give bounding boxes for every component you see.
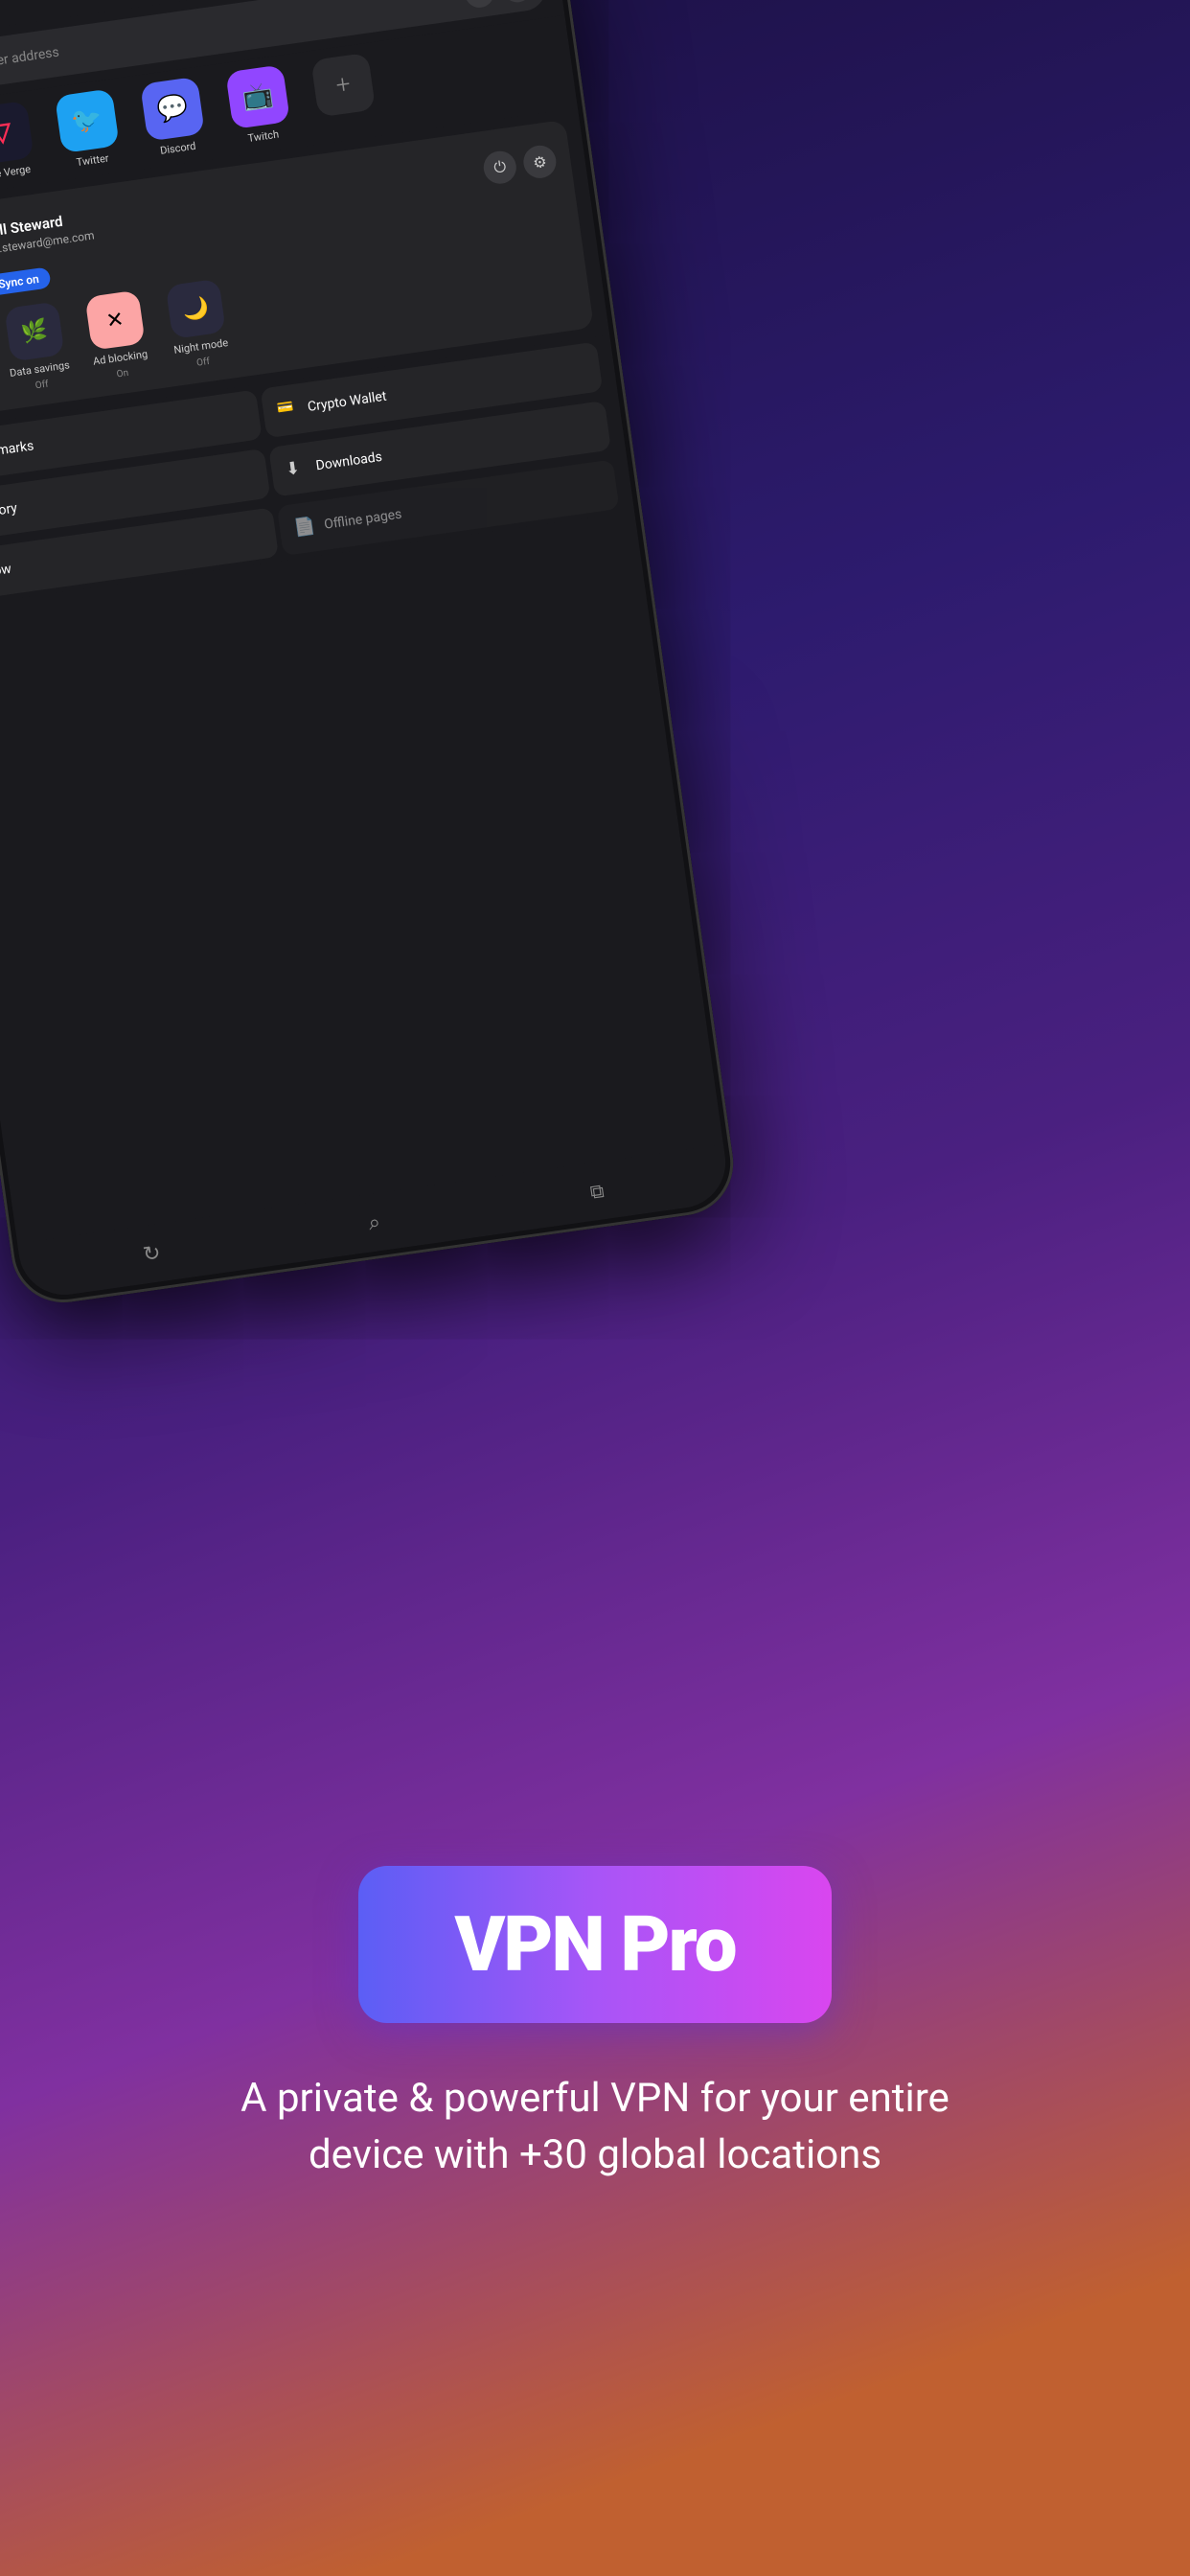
twitch-label: Twitch xyxy=(247,128,280,145)
discord-label: Discord xyxy=(159,140,196,157)
settings-icon: ⚙ xyxy=(532,151,548,172)
shortcut-twitter[interactable]: 🐦 Twitter xyxy=(45,87,131,172)
history-label: History xyxy=(0,501,18,522)
phone-scene: ▾▾ ▲▲ ▐█▌ G Search or enter address ⊞ xyxy=(0,0,747,1438)
refresh-icon: ↻ xyxy=(141,1241,162,1267)
crypto-label: Crypto Wallet xyxy=(307,389,387,415)
power-button[interactable]: ⏻ xyxy=(482,150,518,186)
tabs-button[interactable]: ⧉ xyxy=(576,1169,619,1212)
vpn-description: A private & powerful VPN for your entire… xyxy=(212,2071,978,2184)
twitch-icon: 📺 xyxy=(240,80,275,113)
data-toggle-icon: 🌿 xyxy=(4,301,64,361)
add-icon-bg: + xyxy=(310,53,376,118)
twitter-label: Twitter xyxy=(76,152,109,170)
add-icon: + xyxy=(334,70,353,101)
downloads-label: Downloads xyxy=(315,449,383,474)
toggle-night[interactable]: 🌙 Night mode Off xyxy=(159,278,238,373)
data-toggle-status: Off xyxy=(34,380,49,392)
vpn-bottom-section: VPN Pro A private & powerful VPN for you… xyxy=(0,1570,1190,2576)
offline-label: Offline pages xyxy=(323,507,402,533)
twitter-icon: 🐦 xyxy=(70,104,104,137)
profile-controls: ⏻ ⚙ xyxy=(482,144,559,186)
vpn-pro-pill[interactable]: VPN Pro xyxy=(358,1866,831,2023)
verge-label: The Verge xyxy=(0,163,32,182)
toggle-data[interactable]: 🌿 Data savings Off xyxy=(0,300,76,395)
twitter-icon-bg: 🐦 xyxy=(55,88,120,153)
sync-badge[interactable]: Sync on xyxy=(0,266,52,296)
search-nav-icon: ⌕ xyxy=(367,1209,382,1234)
full-page: ▾▾ ▲▲ ▐█▌ G Search or enter address ⊞ xyxy=(0,0,1190,2576)
twitch-icon-bg: 📺 xyxy=(225,64,290,129)
bookmarks-label: Bookmarks xyxy=(0,439,34,464)
phone-screen: ▾▾ ▲▲ ▐█▌ G Search or enter address ⊞ xyxy=(0,0,731,1300)
refresh-button[interactable]: ↻ xyxy=(130,1232,173,1276)
shortcut-discord[interactable]: 💬 Discord xyxy=(130,75,217,159)
offline-icon: 📄 xyxy=(292,517,316,540)
data-toggle-label: Data savings xyxy=(9,358,70,380)
qr-button[interactable]: ⊞ xyxy=(463,0,495,10)
mic-button[interactable]: 🎤 xyxy=(501,0,534,4)
phone-device: ▾▾ ▲▲ ▐█▌ G Search or enter address ⊞ xyxy=(0,0,740,1309)
night-toggle-status: Off xyxy=(196,356,211,369)
adblock-toggle-icon: ✕ xyxy=(84,290,145,351)
downloads-icon: ⬇ xyxy=(285,457,309,481)
data-icon: 🌿 xyxy=(20,318,50,346)
power-icon: ⏻ xyxy=(492,157,507,178)
night-icon: 🌙 xyxy=(181,295,211,323)
night-toggle-label: Night mode xyxy=(173,336,229,356)
shortcut-twitch[interactable]: 📺 Twitch xyxy=(216,63,302,148)
shortcut-add[interactable]: + xyxy=(301,51,387,135)
discord-icon-bg: 💬 xyxy=(140,77,205,142)
search-action-icons: ⊞ 🎤 xyxy=(463,0,533,10)
verge-icon: ▽ xyxy=(0,117,13,148)
tabs-icon: ⧉ xyxy=(588,1179,605,1204)
crypto-icon: 💳 xyxy=(276,399,300,423)
shortcut-verge[interactable]: ▽ The Verge xyxy=(0,99,46,183)
adblock-toggle-label: Ad blocking xyxy=(92,348,149,368)
vpn-pro-title: VPN Pro xyxy=(454,1899,735,1990)
discord-icon: 💬 xyxy=(155,93,190,126)
adblock-toggle-status: On xyxy=(116,368,129,380)
search-nav-button[interactable]: ⌕ xyxy=(353,1201,396,1244)
toggle-adblock[interactable]: ✕ Ad blocking On xyxy=(79,289,157,384)
settings-button[interactable]: ⚙ xyxy=(521,144,558,180)
bottom-nav: ↻ ⌕ ⧉ xyxy=(17,1144,731,1300)
flow-label: Flow xyxy=(0,562,12,581)
adblock-icon: ✕ xyxy=(104,308,126,334)
night-toggle-icon: 🌙 xyxy=(166,279,226,339)
verge-icon-bg: ▽ xyxy=(0,101,34,166)
